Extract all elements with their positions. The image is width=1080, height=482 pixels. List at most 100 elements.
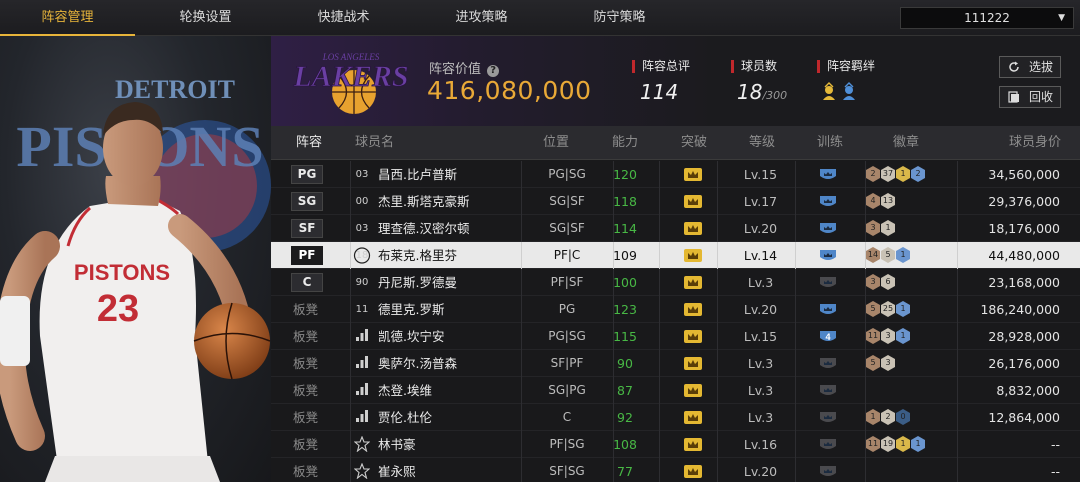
breakthrough-crown-icon[interactable] <box>683 383 703 398</box>
account-dropdown[interactable]: 111222 ▼ <box>900 7 1074 29</box>
team-summary-bar: LOS ANGELES LAKERS 阵容价值 ? 416,080,000 阵容… <box>271 36 1080 126</box>
col-rating[interactable]: 能力 <box>612 126 638 160</box>
training-shield-icon[interactable] <box>818 410 838 425</box>
slot-bench: 板凳 <box>293 410 319 425</box>
player-level: Lv.15 <box>743 329 778 344</box>
col-training[interactable]: 训练 <box>817 126 843 160</box>
tab-defense-strategy[interactable]: 防守策略 <box>552 0 687 36</box>
player-level: Lv.3 <box>747 275 774 290</box>
table-row[interactable]: C 90 丹尼斯.罗德曼 PF|SF 100 Lv.3 3 6 23,168,000 <box>271 269 1080 296</box>
badge-hex-icon: 14 <box>866 247 880 263</box>
badge-group[interactable]: 31 <box>866 220 896 237</box>
badge-group[interactable]: 53 <box>866 355 896 372</box>
breakthrough-crown-icon[interactable] <box>683 221 703 236</box>
training-shield-icon[interactable] <box>818 248 838 263</box>
player-value: 186,240,000 <box>980 302 1060 317</box>
badge-group[interactable]: 5 25 1 <box>866 301 911 318</box>
training-shield-icon[interactable] <box>818 275 838 290</box>
table-row[interactable]: 板凳 林书豪 PF|SG 108 Lv.16 11 19 1 1 -- <box>271 431 1080 458</box>
badge-group[interactable]: 14 5 1 <box>866 247 911 264</box>
jersey-number: 18 <box>353 247 371 264</box>
player-level: Lv.20 <box>743 302 778 317</box>
badge-group[interactable]: 36 <box>866 274 896 291</box>
table-row[interactable]: SG 00 杰里.斯塔克豪斯 SG|SF 118 Lv.17 4 13 29,376,000 <box>271 188 1080 215</box>
slot-badge: C <box>291 273 323 292</box>
col-player-name[interactable]: 球员名 <box>355 126 394 160</box>
player-value: -- <box>1050 437 1060 452</box>
training-shield-icon[interactable] <box>818 302 838 317</box>
col-badges[interactable]: 徽章 <box>893 126 919 160</box>
badge-group[interactable]: 2 37 1 2 <box>866 166 926 183</box>
table-row[interactable]: PF 18 布莱克.格里芬 PF|C 109 Lv.14 14 5 1 44,480,000 <box>271 242 1080 269</box>
tab-offense-strategy[interactable]: 进攻策略 <box>414 0 549 36</box>
table-row[interactable]: 板凳 11 德里克.罗斯 PG 123 Lv.20 5 25 1 186,240,000 <box>271 296 1080 323</box>
bond-icons[interactable] <box>822 82 862 102</box>
training-shield-icon[interactable]: 4 <box>818 329 838 344</box>
breakthrough-crown-icon[interactable] <box>683 302 703 317</box>
tab-rotation-settings[interactable]: 轮换设置 <box>138 0 273 36</box>
tab-quick-tactics[interactable]: 快捷战术 <box>276 0 411 36</box>
logo-main-text: LAKERS <box>292 60 408 93</box>
col-position[interactable]: 位置 <box>543 126 569 160</box>
column-divider <box>957 404 958 431</box>
player-rating: 100 <box>613 275 637 290</box>
slot-bench: 板凳 <box>293 437 319 452</box>
table-row[interactable]: 板凳 奥萨尔.汤普森 SF|PF 90 Lv.3 5 3 26,176,000 <box>271 350 1080 377</box>
breakthrough-crown-icon[interactable] <box>683 464 703 479</box>
badge-hex-icon: 4 <box>866 193 880 209</box>
player-rating: 114 <box>613 221 637 236</box>
training-shield-icon[interactable] <box>818 356 838 371</box>
roster-table: 阵容 球员名 位置 能力 突破 等级 训练 徽章 球员身价 PG 03 昌西.比卢普… <box>271 126 1080 482</box>
table-row[interactable]: 板凳 崔永熙 SF|SG 77 Lv.20 -- <box>271 458 1080 482</box>
breakthrough-crown-icon[interactable] <box>683 167 703 182</box>
player-value: 26,176,000 <box>988 356 1060 371</box>
table-row[interactable]: 板凳 凯德.坎宁安 PG|SG 115 Lv.15 4 11 3 1 28,928,000 <box>271 323 1080 350</box>
badge-hex-icon: 5 <box>866 301 880 317</box>
breakthrough-crown-icon[interactable] <box>683 410 703 425</box>
training-shield-icon[interactable] <box>818 167 838 182</box>
badge-hex-icon: 3 <box>866 220 880 236</box>
tab-lineup-management[interactable]: 阵容管理 <box>0 0 135 36</box>
breakthrough-crown-icon[interactable] <box>683 356 703 371</box>
column-divider <box>350 323 351 350</box>
training-shield-icon[interactable] <box>818 383 838 398</box>
badge-group[interactable]: 120 <box>866 409 911 426</box>
player-level: Lv.15 <box>743 167 778 182</box>
column-divider <box>350 215 351 242</box>
training-shield-icon[interactable] <box>818 221 838 236</box>
breakthrough-crown-icon[interactable] <box>683 275 703 290</box>
training-shield-icon[interactable] <box>818 464 838 479</box>
table-row[interactable]: 板凳 杰登.埃维 SG|PG 87 Lv.3 8,832,000 <box>271 377 1080 404</box>
table-header: 阵容 球员名 位置 能力 突破 等级 训练 徽章 球员身价 <box>271 126 1080 160</box>
player-rating: 109 <box>613 248 637 263</box>
player-name: 凯德.坎宁安 <box>378 329 445 344</box>
col-lineup[interactable]: 阵容 <box>296 126 322 160</box>
select-player-button[interactable]: 选拔 <box>999 56 1061 78</box>
player-value: 12,864,000 <box>988 410 1060 425</box>
jersey-number-value: 90 <box>355 277 369 288</box>
breakthrough-crown-icon[interactable] <box>683 194 703 209</box>
column-divider <box>957 323 958 350</box>
table-row[interactable]: 板凳 贾伦.杜伦 C 92 Lv.3 1 2 0 12,864,000 <box>271 404 1080 431</box>
breakthrough-crown-icon[interactable] <box>683 329 703 344</box>
breakthrough-crown-icon[interactable] <box>683 437 703 452</box>
blue-bond-icon <box>843 82 855 100</box>
table-row[interactable]: PG 03 昌西.比卢普斯 PG|SG 120 Lv.15 2 37 1 2 34,560,000 <box>271 161 1080 188</box>
col-breakthrough[interactable]: 突破 <box>681 126 707 160</box>
recycle-button[interactable]: 回收 <box>999 86 1061 108</box>
table-row[interactable]: SF 03 理查德.汉密尔顿 SG|SF 114 Lv.20 3 1 18,176,000 <box>271 215 1080 242</box>
breakthrough-crown-icon[interactable] <box>683 248 703 263</box>
slot-badge: SF <box>291 219 323 238</box>
player-shorts <box>45 456 220 482</box>
player-value: 23,168,000 <box>988 275 1060 290</box>
player-level: Lv.14 <box>743 248 778 263</box>
badge-group[interactable]: 11 3 1 <box>866 328 911 345</box>
col-player-value[interactable]: 球员身价 <box>1009 126 1061 160</box>
overall-rating-value: 114 <box>640 80 679 104</box>
badge-group[interactable]: 4 13 <box>866 193 896 210</box>
col-level[interactable]: 等级 <box>749 126 775 160</box>
training-shield-icon[interactable] <box>818 194 838 209</box>
badge-group[interactable]: 11 19 1 1 <box>866 436 926 453</box>
training-shield-icon[interactable] <box>818 437 838 452</box>
jersey-number-value: 18 <box>355 250 369 261</box>
